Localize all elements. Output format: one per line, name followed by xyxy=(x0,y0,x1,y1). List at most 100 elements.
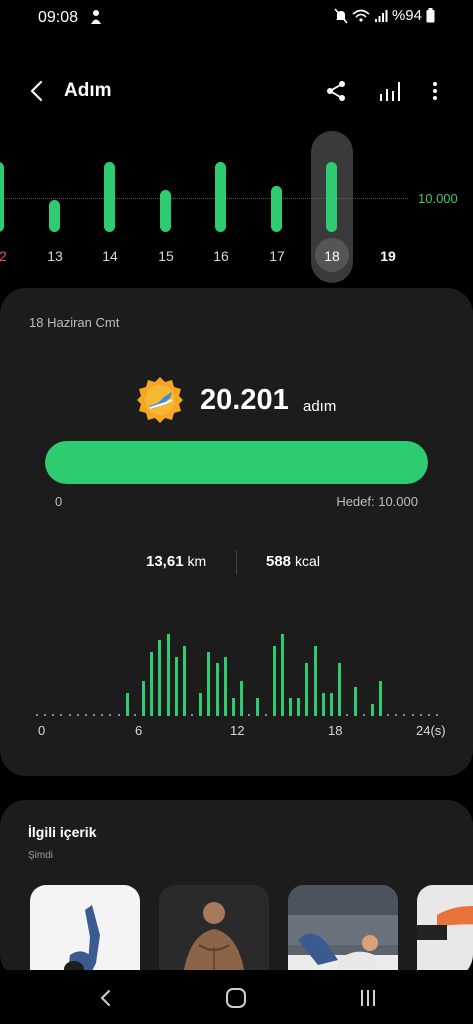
hour-empty-dot xyxy=(44,714,46,716)
status-time: 09:08 xyxy=(38,9,79,26)
hourly-steps-chart[interactable] xyxy=(36,618,440,718)
goal-achieved-badge-icon xyxy=(137,377,183,423)
more-options-button[interactable] xyxy=(420,76,450,106)
distance-value: 13,61 xyxy=(146,553,184,570)
nav-recents-button[interactable] xyxy=(353,984,383,1012)
hour-empty-dot xyxy=(134,714,136,716)
hour-empty-dot xyxy=(69,714,71,716)
home-icon xyxy=(226,988,246,1008)
app-notification-icon xyxy=(91,10,101,24)
week-bar[interactable] xyxy=(160,190,171,232)
related-item-exercise[interactable] xyxy=(288,885,398,980)
hour-bar xyxy=(371,704,374,716)
related-item-yoga[interactable] xyxy=(30,885,140,980)
week-day-label[interactable]: 18 xyxy=(317,248,347,264)
trends-button[interactable] xyxy=(375,76,405,106)
hourly-axis-label: 12 xyxy=(230,723,245,738)
hour-bar xyxy=(207,652,210,716)
progress-goal-label: Hedef: 10.000 xyxy=(336,494,418,509)
system-navigation-bar xyxy=(0,970,473,1024)
hour-bar xyxy=(150,652,153,716)
more-vertical-icon xyxy=(433,82,437,100)
week-day-label[interactable]: 16 xyxy=(206,248,236,264)
app-header: Adım xyxy=(0,68,473,114)
related-item-plank[interactable] xyxy=(417,885,473,980)
goal-progress-fill xyxy=(45,441,428,484)
hour-empty-dot xyxy=(420,714,422,716)
related-item-workout[interactable] xyxy=(159,885,269,980)
back-arrow-icon xyxy=(100,990,110,1006)
hour-empty-dot xyxy=(77,714,79,716)
week-day-label[interactable]: 14 xyxy=(95,248,125,264)
hour-empty-dot xyxy=(395,714,397,716)
hour-empty-dot xyxy=(109,714,111,716)
hour-empty-dot xyxy=(93,714,95,716)
hour-bar xyxy=(289,698,292,716)
week-day-label[interactable]: 19 xyxy=(373,248,403,264)
plank-exercise-image xyxy=(417,906,473,940)
week-bar[interactable] xyxy=(0,162,4,232)
signal-icon xyxy=(374,9,388,22)
week-bar[interactable] xyxy=(215,162,226,232)
week-day-label[interactable]: 13 xyxy=(40,248,70,264)
wifi-icon xyxy=(352,9,370,22)
hour-bar xyxy=(126,693,129,716)
related-title: İlgili içerik xyxy=(28,824,97,840)
week-bar[interactable] xyxy=(271,186,282,232)
share-icon xyxy=(327,81,345,101)
hour-bar xyxy=(142,681,145,716)
stat-divider xyxy=(236,550,237,574)
hour-bar xyxy=(158,640,161,716)
calories-value: 588 xyxy=(266,553,292,570)
yoga-pose-image xyxy=(50,905,120,980)
hour-bar xyxy=(379,681,382,716)
hour-bar xyxy=(216,663,219,716)
battery-icon xyxy=(426,8,435,23)
week-bar[interactable] xyxy=(49,200,60,232)
week-bar[interactable] xyxy=(104,162,115,232)
weekly-steps-chart[interactable]: 10.000 12 13 14 15 16 17 18 19 xyxy=(0,128,473,288)
week-day-label[interactable]: 17 xyxy=(262,248,292,264)
chevron-left-icon xyxy=(30,80,43,102)
nav-back-button[interactable] xyxy=(90,984,120,1012)
hour-empty-dot xyxy=(36,714,38,716)
hour-bar xyxy=(175,657,178,716)
hour-empty-dot xyxy=(346,714,348,716)
hour-empty-dot xyxy=(436,714,438,716)
hour-empty-dot xyxy=(52,714,54,716)
hour-empty-dot xyxy=(363,714,365,716)
hour-bar xyxy=(224,657,227,716)
week-bar[interactable] xyxy=(326,162,337,232)
status-icons: %94 xyxy=(334,7,435,24)
hour-empty-dot xyxy=(191,714,193,716)
nav-home-button[interactable] xyxy=(221,984,251,1012)
hourly-axis-label: 18 xyxy=(328,723,343,738)
hour-empty-dot xyxy=(412,714,414,716)
page-title: Adım xyxy=(64,80,112,101)
hour-empty-dot xyxy=(248,714,250,716)
bar-chart-icon xyxy=(380,82,400,101)
hour-bar xyxy=(330,693,333,716)
hour-bar xyxy=(338,663,341,716)
hour-empty-dot xyxy=(60,714,62,716)
hour-bar xyxy=(183,646,186,716)
share-button[interactable] xyxy=(321,76,351,106)
hour-bar xyxy=(305,663,308,716)
hour-empty-dot xyxy=(118,714,120,716)
goal-line xyxy=(0,198,408,199)
hour-bar xyxy=(240,681,243,716)
status-bar: 09:08 %94 xyxy=(0,0,473,36)
steps-unit: adım xyxy=(303,398,337,415)
week-day-label[interactable]: 12 xyxy=(0,248,14,264)
hour-bar xyxy=(256,698,259,716)
goal-progress-bar xyxy=(45,441,428,484)
week-day-label[interactable]: 15 xyxy=(151,248,181,264)
mute-icon xyxy=(334,8,348,23)
steps-count: 20.201 xyxy=(200,384,289,416)
distance-unit: km xyxy=(187,553,207,569)
distance-stat: 13,61 km xyxy=(146,553,206,570)
date-label: 18 Haziran Cmt xyxy=(29,315,120,330)
hourly-axis-label: 6 xyxy=(135,723,143,738)
hour-bar xyxy=(167,634,170,716)
back-button[interactable] xyxy=(22,74,50,108)
